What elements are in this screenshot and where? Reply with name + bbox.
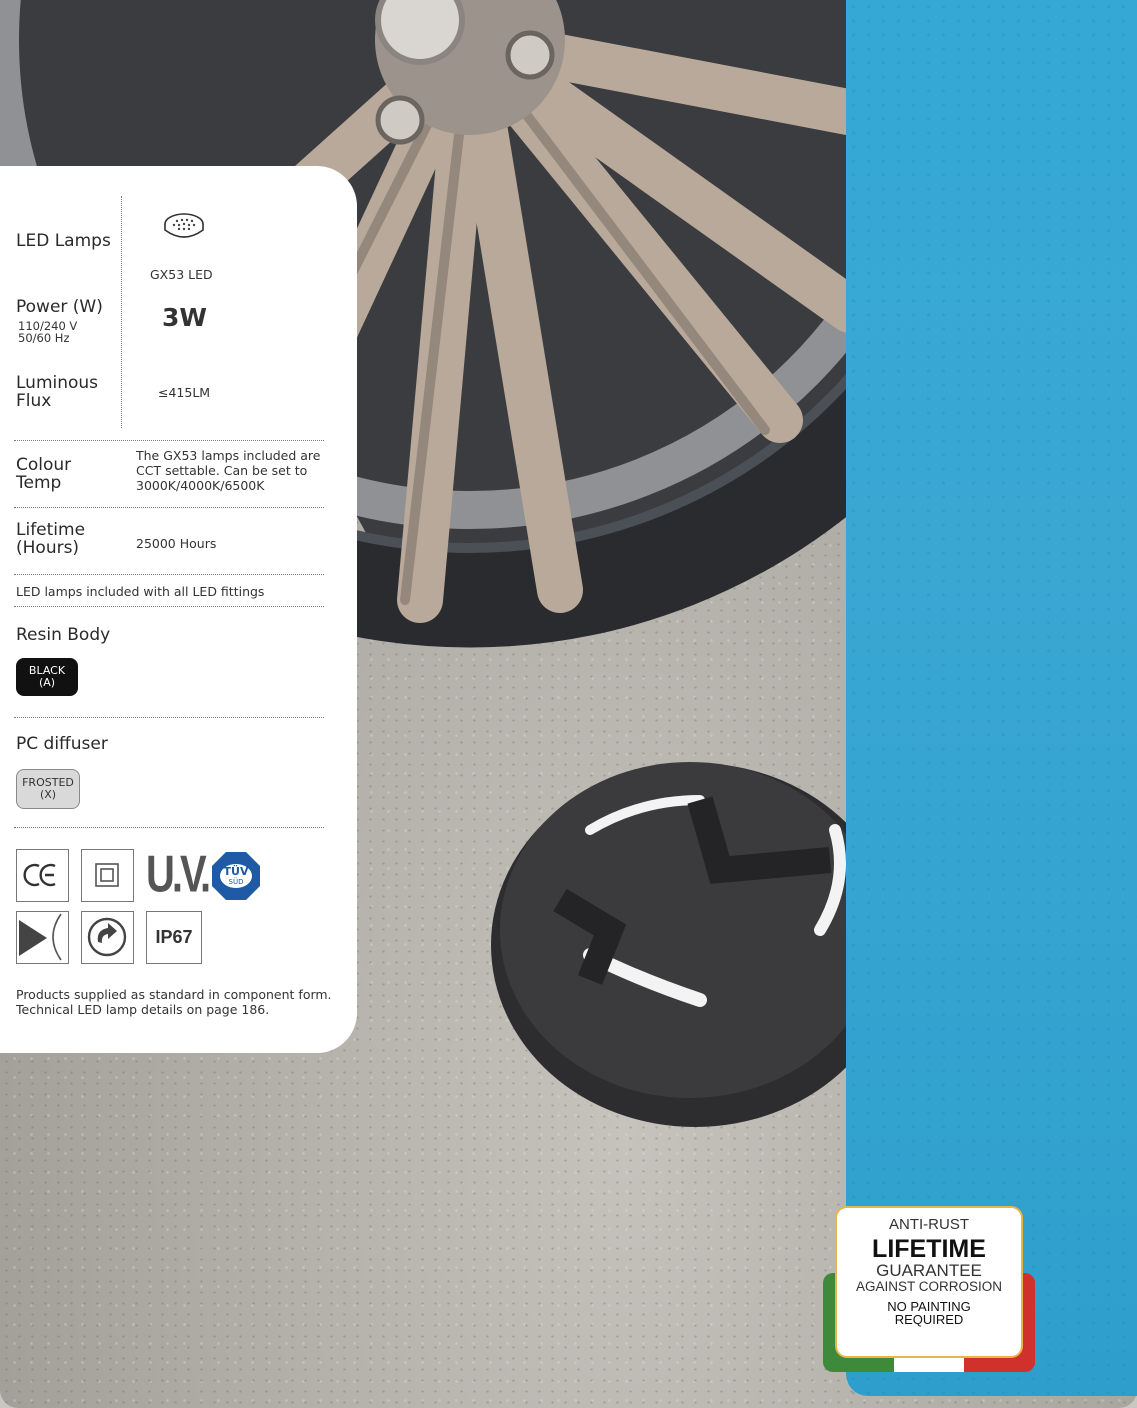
pc-diffuser-label: PC diffuser bbox=[16, 734, 108, 754]
badge-anti-rust: ANTI-RUST bbox=[889, 1216, 969, 1233]
ip67-icon: IP67 bbox=[146, 911, 202, 964]
badge-lifetime: LIFETIME bbox=[872, 1234, 986, 1263]
badge-no-painting: NO PAINTING REQUIRED bbox=[887, 1298, 971, 1328]
ip67-text: IP67 bbox=[155, 927, 193, 947]
spec-card: LED Lamps GX53 LED Power (W) 110/240 V 5… bbox=[0, 166, 357, 1053]
tuv-text: TÜV bbox=[223, 865, 249, 878]
lamp-type: GX53 LED bbox=[150, 267, 213, 282]
guarantee-badge: ANTI-RUST LIFETIME GUARANTEE AGAINST COR… bbox=[823, 1206, 1035, 1372]
led-lamps-label: LED Lamps bbox=[16, 231, 111, 251]
flux-label: Luminous Flux bbox=[16, 373, 99, 412]
power-sub: 110/240 V 50/60 Hz bbox=[18, 319, 78, 345]
uv-text: U.V. bbox=[146, 846, 211, 904]
uv-resistant-icon: U.V. bbox=[146, 846, 211, 903]
rotatable-icon bbox=[81, 911, 134, 964]
ce-mark-icon bbox=[16, 849, 69, 902]
included-note: LED lamps included with all LED fittings bbox=[16, 584, 265, 599]
lifetime-label: Lifetime (Hours) bbox=[16, 520, 86, 559]
sud-text: SÜD bbox=[228, 878, 244, 886]
colour-temp-value: The GX53 lamps included are CCT settable… bbox=[136, 448, 321, 493]
power-value: 3W bbox=[162, 303, 207, 332]
badge-against-corrosion: AGAINST CORROSION bbox=[855, 1279, 1003, 1295]
tuv-sud-icon: TÜV SÜD bbox=[210, 850, 262, 902]
footnote: Products supplied as standard in compone… bbox=[16, 987, 332, 1017]
no-sharp-edge-icon bbox=[16, 911, 69, 964]
frosted-swatch: FROSTED (X) bbox=[16, 769, 80, 809]
badge-guarantee: GUARANTEE bbox=[876, 1260, 982, 1280]
class-ii-icon bbox=[81, 849, 134, 902]
black-swatch: BLACK (A) bbox=[16, 658, 78, 696]
resin-body-label: Resin Body bbox=[16, 625, 111, 645]
colour-temp-label: Colour Temp bbox=[16, 455, 72, 494]
led-lamp-icon bbox=[163, 212, 205, 246]
lifetime-value: 25000 Hours bbox=[136, 536, 217, 551]
power-label: Power (W) bbox=[16, 297, 103, 317]
blue-side-band bbox=[846, 0, 1137, 1396]
guarantee-card: ANTI-RUST LIFETIME GUARANTEE AGAINST COR… bbox=[835, 1206, 1023, 1358]
flux-value: ≤415LM bbox=[158, 385, 211, 400]
